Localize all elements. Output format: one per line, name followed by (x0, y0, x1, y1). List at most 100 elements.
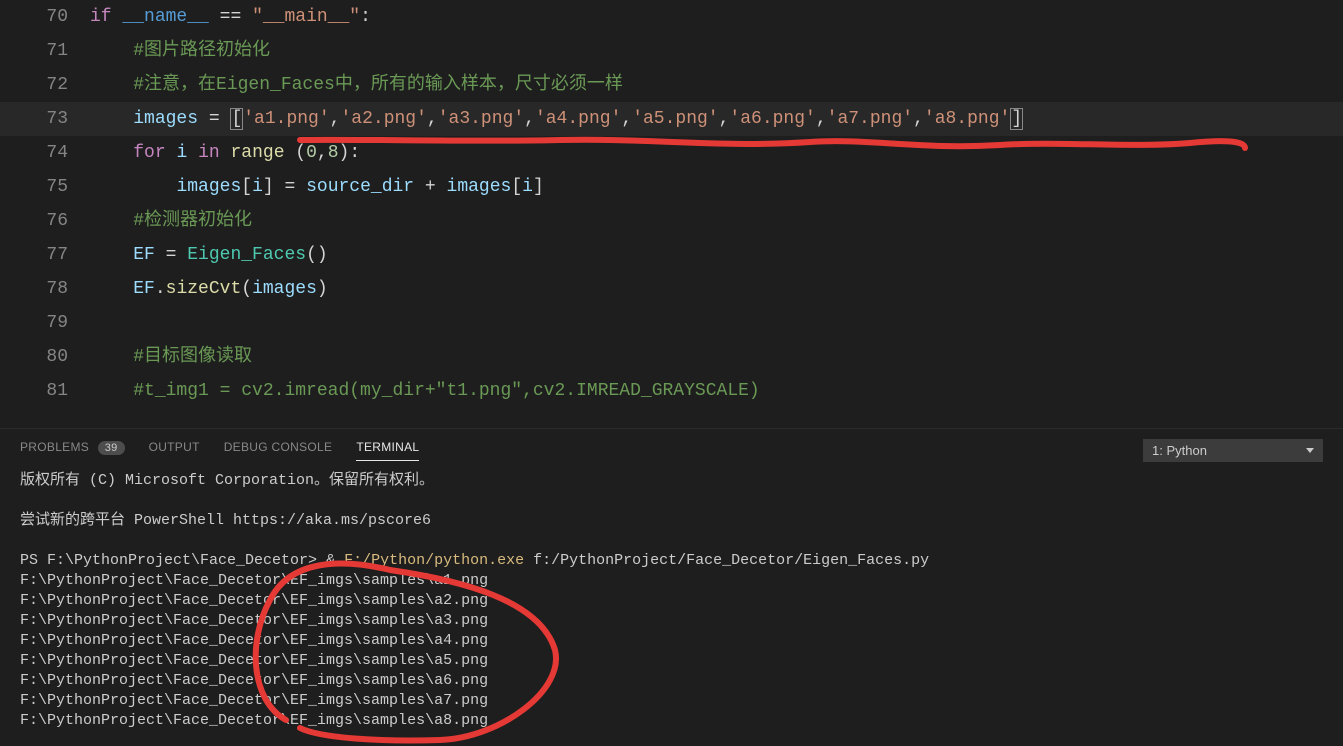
token-op: ): (339, 143, 361, 163)
token-str: 'a5.png' (632, 109, 718, 129)
token-op: ] (533, 177, 544, 197)
token-cls: Eigen_Faces (187, 245, 306, 265)
terminal-line: F:\PythonProject\Face_Decetor\EF_imgs\sa… (20, 651, 1323, 671)
token-op: [ (511, 177, 522, 197)
terminal-selector-label: 1: Python (1152, 443, 1207, 458)
token-op: ) (317, 279, 328, 299)
token-op (220, 143, 231, 163)
token-kw: for (133, 143, 165, 163)
code-line[interactable]: 78 EF.sizeCvt(images) (0, 272, 1343, 306)
line-number: 70 (0, 0, 90, 34)
terminal-line: F:\PythonProject\Face_Decetor\EF_imgs\sa… (20, 691, 1323, 711)
line-number: 72 (0, 68, 90, 102)
token-str: 'a6.png' (729, 109, 815, 129)
token-op: == (209, 7, 252, 27)
line-number: 75 (0, 170, 90, 204)
token-num: 8 (328, 143, 339, 163)
token-var: i (522, 177, 533, 197)
code-content[interactable]: #目标图像读取 (90, 340, 1343, 374)
token-var: i (176, 143, 187, 163)
terminal-line: F:\PythonProject\Face_Decetor\EF_imgs\sa… (20, 591, 1323, 611)
token-str: 'a8.png' (924, 109, 1010, 129)
panel-actions: 1: Python (1143, 439, 1323, 462)
code-content[interactable]: images[i] = source_dir + images[i] (90, 170, 1343, 204)
token-str: 'a4.png' (535, 109, 621, 129)
terminal-line: F:\PythonProject\Face_Decetor\EF_imgs\sa… (20, 571, 1323, 591)
editor-pane[interactable]: 70if __name__ == "__main__":71 #图片路径初始化7… (0, 0, 1343, 428)
token-kw: in (198, 143, 220, 163)
token-fn: range (230, 143, 284, 163)
code-content[interactable]: EF = Eigen_Faces() (90, 238, 1343, 272)
code-line[interactable]: 74 for i in range (0,8): (0, 136, 1343, 170)
code-line[interactable]: 73 images = ['a1.png','a2.png','a3.png',… (0, 102, 1343, 136)
terminal-line: 版权所有 (C) Microsoft Corporation。保留所有权利。 (20, 471, 1323, 491)
token-op: , (719, 109, 730, 129)
code-content[interactable]: for i in range (0,8): (90, 136, 1343, 170)
terminal-line: F:\PythonProject\Face_Decetor\EF_imgs\sa… (20, 671, 1323, 691)
code-line[interactable]: 81 #t_img1 = cv2.imread(my_dir+"t1.png",… (0, 374, 1343, 408)
token-op: + (414, 177, 446, 197)
token-op: = (198, 109, 230, 129)
token-fn: sizeCvt (166, 279, 242, 299)
token-op: , (913, 109, 924, 129)
code-line[interactable]: 77 EF = Eigen_Faces() (0, 238, 1343, 272)
token-brhl: [ (230, 108, 243, 130)
terminal-line (20, 531, 1323, 551)
code-line[interactable]: 71 #图片路径初始化 (0, 34, 1343, 68)
code-content[interactable]: #检测器初始化 (90, 204, 1343, 238)
panel-tabs: Problems 39 Output Debug Console Termina… (0, 429, 1343, 463)
line-number: 74 (0, 136, 90, 170)
token-kw: if (90, 7, 112, 27)
token-op (112, 7, 123, 27)
token-comment: #目标图像读取 (133, 347, 252, 367)
token-op: ( (285, 143, 307, 163)
code-content[interactable]: #t_img1 = cv2.imread(my_dir+"t1.png",cv2… (90, 374, 1343, 408)
code-line[interactable]: 76 #检测器初始化 (0, 204, 1343, 238)
code-line[interactable]: 70if __name__ == "__main__": (0, 0, 1343, 34)
terminal-output[interactable]: 版权所有 (C) Microsoft Corporation。保留所有权利。 尝… (0, 463, 1343, 746)
tab-problems-label: Problems (20, 440, 89, 454)
token-str: 'a1.png' (243, 109, 329, 129)
tab-terminal[interactable]: Terminal (356, 440, 419, 461)
code-line[interactable]: 72 #注意，在Eigen_Faces中，所有的输入样本，尺寸必须一样 (0, 68, 1343, 102)
token-str: 'a2.png' (340, 109, 426, 129)
terminal-line: F:\PythonProject\Face_Decetor\EF_imgs\sa… (20, 631, 1323, 651)
token-var: source_dir (306, 177, 414, 197)
terminal-line: F:\PythonProject\Face_Decetor\EF_imgs\sa… (20, 711, 1323, 731)
token-comment: #检测器初始化 (133, 211, 252, 231)
terminal-selector[interactable]: 1: Python (1143, 439, 1323, 462)
token-str: 'a7.png' (827, 109, 913, 129)
tab-problems[interactable]: Problems 39 (20, 440, 125, 460)
terminal-line (20, 491, 1323, 511)
token-comment: #注意，在Eigen_Faces中，所有的输入样本，尺寸必须一样 (133, 75, 623, 95)
token-var: images (447, 177, 512, 197)
token-op: , (816, 109, 827, 129)
code-content[interactable]: if __name__ == "__main__": (90, 0, 1343, 34)
code-line[interactable]: 79 (0, 306, 1343, 340)
code-content[interactable]: #注意，在Eigen_Faces中，所有的输入样本，尺寸必须一样 (90, 68, 1343, 102)
token-op: , (330, 109, 341, 129)
tab-output[interactable]: Output (149, 440, 200, 460)
bottom-panel: Problems 39 Output Debug Console Termina… (0, 428, 1343, 746)
token-str: 'a3.png' (438, 109, 524, 129)
token-op: ( (241, 279, 252, 299)
code-line[interactable]: 80 #目标图像读取 (0, 340, 1343, 374)
code-content[interactable]: #图片路径初始化 (90, 34, 1343, 68)
token-op: () (306, 245, 328, 265)
terminal-line: F:\PythonProject\Face_Decetor\EF_imgs\sa… (20, 611, 1323, 631)
token-op (166, 143, 177, 163)
code-line[interactable]: 75 images[i] = source_dir + images[i] (0, 170, 1343, 204)
code-content[interactable]: EF.sizeCvt(images) (90, 272, 1343, 306)
token-comment: #t_img1 = cv2.imread(my_dir+"t1.png",cv2… (133, 381, 760, 401)
token-var: images (252, 279, 317, 299)
token-op: : (360, 7, 371, 27)
tab-debug-console[interactable]: Debug Console (224, 440, 333, 460)
line-number: 71 (0, 34, 90, 68)
token-op: , (427, 109, 438, 129)
token-op: , (524, 109, 535, 129)
code-content[interactable]: images = ['a1.png','a2.png','a3.png','a4… (90, 102, 1343, 136)
token-op: = (155, 245, 187, 265)
token-comment: #图片路径初始化 (133, 41, 270, 61)
token-var: i (252, 177, 263, 197)
token-var: images (176, 177, 241, 197)
